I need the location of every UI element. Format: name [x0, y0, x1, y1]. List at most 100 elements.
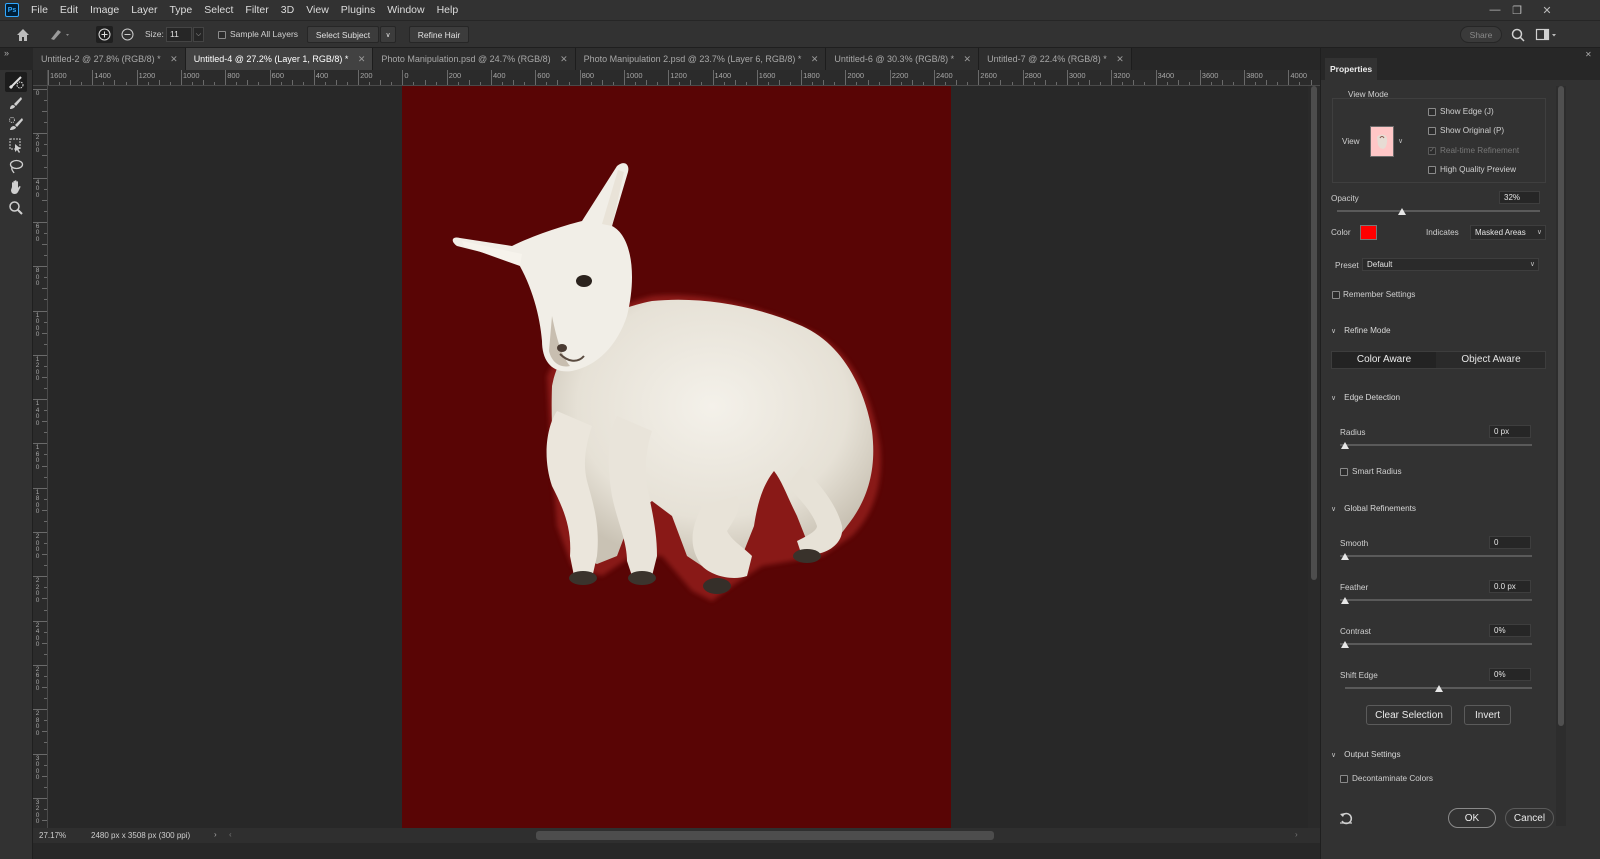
- reset-icon[interactable]: [1338, 810, 1354, 826]
- select-subject-button[interactable]: Select Subject: [307, 26, 379, 43]
- output-settings-header[interactable]: ∨ Output Settings: [1331, 750, 1401, 759]
- panel-close-icon[interactable]: ✕: [1585, 50, 1592, 59]
- object-selection-icon[interactable]: [5, 135, 27, 155]
- properties-scroll-thumb[interactable]: [1558, 86, 1564, 726]
- hand-tool-icon[interactable]: [5, 177, 27, 197]
- contrast-slider-knob[interactable]: [1341, 641, 1349, 648]
- invert-button[interactable]: Invert: [1464, 705, 1511, 725]
- size-dropdown-icon[interactable]: ⌵: [193, 27, 204, 42]
- sample-all-layers-checkbox[interactable]: [218, 31, 226, 39]
- smooth-slider[interactable]: [1340, 555, 1532, 557]
- restore-icon[interactable]: ❐: [1502, 0, 1532, 20]
- quick-selection-icon[interactable]: [5, 114, 27, 134]
- contrast-input[interactable]: 0%: [1489, 624, 1531, 637]
- select-subject-dropdown-icon[interactable]: ∨: [380, 26, 396, 43]
- menu-help[interactable]: Help: [431, 4, 465, 16]
- menu-edit[interactable]: Edit: [54, 4, 84, 16]
- remember-settings-checkbox[interactable]: [1332, 291, 1340, 299]
- feather-slider[interactable]: [1340, 599, 1532, 601]
- contrast-slider[interactable]: [1340, 643, 1532, 645]
- scroll-right-icon[interactable]: ›: [1295, 830, 1298, 839]
- tab-close-icon[interactable]: ✕: [170, 48, 178, 70]
- menu-plugins[interactable]: Plugins: [335, 4, 381, 16]
- menu-window[interactable]: Window: [381, 4, 430, 16]
- decontaminate-colors-checkbox[interactable]: [1340, 775, 1348, 783]
- opacity-input[interactable]: 32%: [1499, 191, 1540, 204]
- properties-tab[interactable]: Properties: [1325, 58, 1377, 80]
- canvas-vertical-scroll-thumb[interactable]: [1311, 86, 1317, 580]
- lasso-tool-icon[interactable]: [5, 156, 27, 176]
- ok-button[interactable]: OK: [1448, 808, 1496, 828]
- canvas-horizontal-scroll-thumb[interactable]: [536, 831, 994, 840]
- show-original-checkbox[interactable]: [1428, 127, 1436, 135]
- brush-tool-icon[interactable]: [5, 93, 27, 113]
- zoom-level[interactable]: 27.17%: [39, 831, 66, 840]
- size-input[interactable]: 11: [166, 27, 192, 42]
- subtract-from-selection-icon[interactable]: [119, 26, 136, 43]
- document-tab[interactable]: Photo Manipulation.psd @ 24.7% (RGB/8) ✕: [373, 48, 576, 70]
- ruler-origin[interactable]: [33, 70, 48, 86]
- status-menu-chevron-icon[interactable]: ›: [214, 830, 217, 839]
- properties-vertical-scrollbar[interactable]: [1556, 86, 1566, 826]
- search-icon[interactable]: [1510, 27, 1526, 43]
- feather-slider-knob[interactable]: [1341, 597, 1349, 604]
- tab-close-icon[interactable]: ✕: [811, 48, 819, 70]
- view-mode-thumbnail[interactable]: [1370, 126, 1394, 157]
- tab-close-icon[interactable]: ✕: [560, 48, 568, 70]
- tool-preset-picker-icon[interactable]: [46, 26, 74, 43]
- object-aware-button[interactable]: Object Aware: [1437, 352, 1545, 368]
- color-aware-button[interactable]: Color Aware: [1332, 352, 1436, 368]
- canvas-vertical-scrollbar[interactable]: [1308, 86, 1320, 828]
- menu-filter[interactable]: Filter: [239, 4, 274, 16]
- smooth-slider-knob[interactable]: [1341, 553, 1349, 560]
- menu-view[interactable]: View: [300, 4, 335, 16]
- tab-close-icon[interactable]: ✕: [964, 48, 972, 70]
- scroll-left-icon[interactable]: ‹: [229, 830, 232, 839]
- share-button[interactable]: Share: [1460, 26, 1502, 43]
- smart-radius-checkbox[interactable]: [1340, 468, 1348, 476]
- radius-slider-knob[interactable]: [1341, 442, 1349, 449]
- opacity-slider[interactable]: [1337, 210, 1540, 212]
- radius-input[interactable]: 0 px: [1489, 425, 1531, 438]
- menu-select[interactable]: Select: [198, 4, 239, 16]
- document-tab[interactable]: Photo Manipulation 2.psd @ 23.7% (Layer …: [575, 48, 827, 70]
- edge-detection-header[interactable]: ∨ Edge Detection: [1331, 393, 1400, 402]
- indicates-select[interactable]: Masked Areas ∨: [1470, 225, 1546, 240]
- cancel-button[interactable]: Cancel: [1505, 808, 1554, 828]
- shift-edge-input[interactable]: 0%: [1489, 668, 1531, 681]
- document-tab[interactable]: Untitled-6 @ 30.3% (RGB/8) * ✕: [826, 48, 980, 70]
- smooth-input[interactable]: 0: [1489, 536, 1531, 549]
- tab-close-icon[interactable]: ✕: [358, 48, 366, 70]
- collapse-toolbar-icon[interactable]: »: [0, 48, 33, 70]
- document-tab[interactable]: Untitled-7 @ 22.4% (RGB/8) * ✕: [979, 48, 1132, 70]
- home-icon[interactable]: [14, 26, 32, 43]
- menu-layer[interactable]: Layer: [125, 4, 163, 16]
- refine-mode-header[interactable]: ∨ Refine Mode: [1331, 326, 1391, 335]
- refine-hair-button[interactable]: Refine Hair: [409, 26, 469, 43]
- canvas-area[interactable]: [48, 86, 1308, 828]
- menu-image[interactable]: Image: [84, 4, 125, 16]
- add-to-selection-icon[interactable]: [96, 26, 113, 43]
- overlay-color-swatch[interactable]: [1360, 225, 1377, 240]
- shift-edge-slider-knob[interactable]: [1435, 685, 1443, 692]
- opacity-slider-knob[interactable]: [1397, 208, 1406, 215]
- feather-input[interactable]: 0.0 px: [1489, 580, 1531, 593]
- document-tab[interactable]: Untitled-2 @ 27.8% (RGB/8) * ✕: [33, 48, 186, 70]
- menu-type[interactable]: Type: [163, 4, 198, 16]
- workspace-icon[interactable]: [1535, 27, 1559, 43]
- clear-selection-button[interactable]: Clear Selection: [1366, 705, 1452, 725]
- zoom-tool-icon[interactable]: [5, 198, 27, 218]
- refine-edge-brush-icon[interactable]: [5, 72, 27, 92]
- global-refinements-header[interactable]: ∨ Global Refinements: [1331, 504, 1416, 513]
- document-canvas[interactable]: [402, 86, 951, 828]
- preset-select[interactable]: Default ∨: [1362, 258, 1539, 271]
- view-mode-dropdown-icon[interactable]: ∨: [1398, 126, 1408, 157]
- menu-3d[interactable]: 3D: [275, 4, 300, 16]
- high-quality-preview-checkbox[interactable]: [1428, 166, 1436, 174]
- close-window-icon[interactable]: ✕: [1532, 0, 1562, 20]
- menu-file[interactable]: File: [25, 4, 54, 16]
- show-edge-checkbox[interactable]: [1428, 108, 1436, 116]
- tab-close-icon[interactable]: ✕: [1116, 48, 1124, 70]
- document-tab[interactable]: Untitled-4 @ 27.2% (Layer 1, RGB/8) * ✕: [185, 48, 374, 70]
- radius-slider[interactable]: [1340, 444, 1532, 446]
